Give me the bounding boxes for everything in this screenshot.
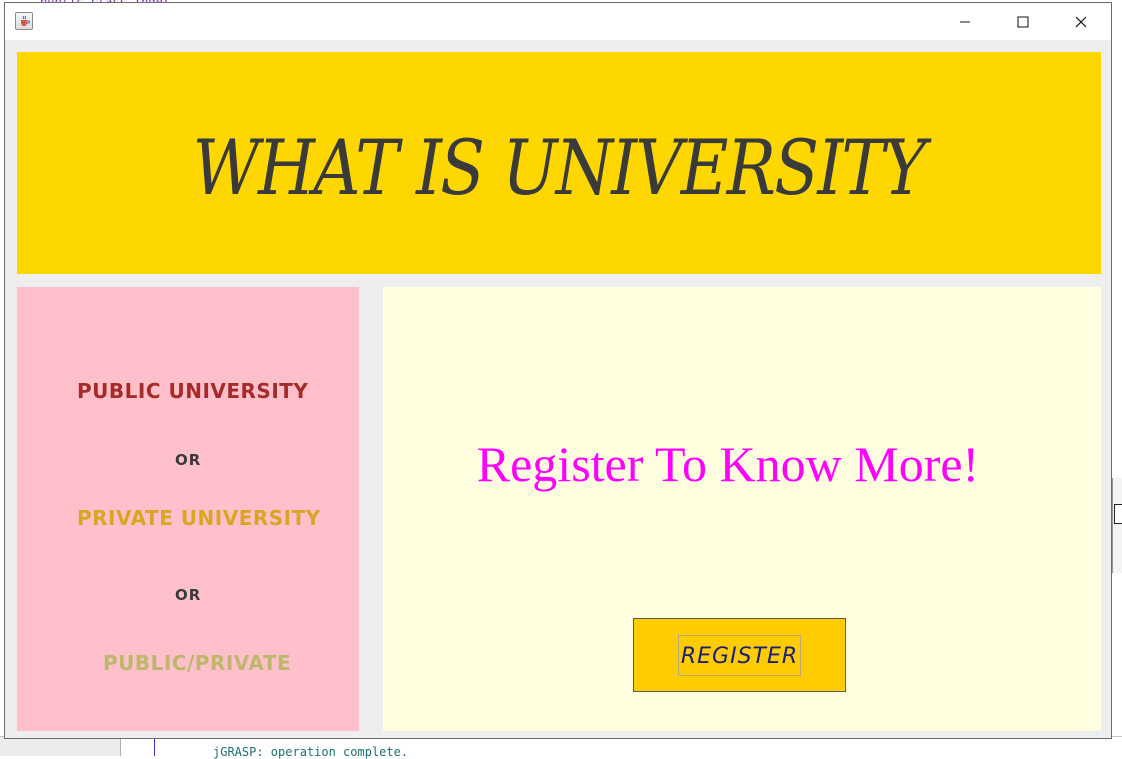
background-ide-control	[1114, 504, 1122, 524]
maximize-button[interactable]	[994, 3, 1052, 40]
register-button[interactable]: REGISTER	[633, 618, 846, 692]
public-university-label: PUBLIC UNIVERSITY	[77, 379, 309, 403]
public-private-label: PUBLIC/PRIVATE	[103, 651, 292, 675]
minimize-button[interactable]	[936, 3, 994, 40]
app-window: WHAT IS UNIVERSITY PUBLIC UNIVERSITY OR …	[4, 2, 1112, 739]
background-ide-console: jGRASP: operation complete.	[0, 736, 1122, 759]
background-ide-divider	[154, 737, 155, 756]
header-banner: WHAT IS UNIVERSITY	[17, 52, 1101, 274]
maximize-icon	[1017, 16, 1029, 27]
or-separator-2: OR	[175, 586, 202, 604]
close-icon	[1075, 16, 1087, 27]
register-panel: Register To Know More! REGISTER	[383, 287, 1101, 731]
university-types-panel: PUBLIC UNIVERSITY OR PRIVATE UNIVERSITY …	[17, 287, 359, 731]
private-university-label: PRIVATE UNIVERSITY	[77, 506, 321, 530]
background-ide-gutter	[0, 737, 121, 756]
title-bar[interactable]	[5, 3, 1111, 40]
background-ide-side	[1112, 478, 1122, 573]
java-coffee-icon[interactable]	[15, 12, 33, 30]
background-ide-message: jGRASP: operation complete.	[213, 745, 409, 759]
register-button-label: REGISTER	[677, 634, 802, 676]
close-button[interactable]	[1052, 3, 1110, 40]
register-message: Register To Know More!	[476, 436, 980, 492]
or-separator-1: OR	[175, 451, 202, 469]
page-title: WHAT IS UNIVERSITY	[192, 122, 927, 212]
minimize-icon	[960, 21, 970, 22]
